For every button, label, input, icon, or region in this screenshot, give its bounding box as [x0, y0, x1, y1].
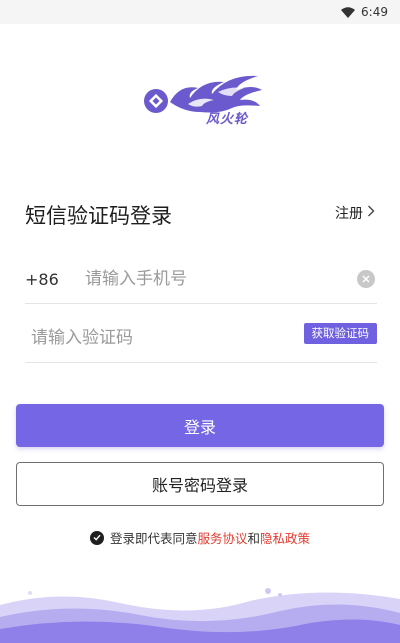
clear-icon[interactable] — [357, 270, 375, 288]
login-screen: 6:49 风火轮 短信验证码登录 注册 +86 获取验证码 登录 账号密码登录 — [0, 0, 400, 643]
agreement-conjunction: 和 — [247, 531, 261, 546]
get-code-button[interactable]: 获取验证码 — [303, 323, 377, 344]
status-time: 6:49 — [361, 5, 388, 19]
register-label: 注册 — [335, 206, 363, 222]
decorative-waves — [0, 588, 400, 643]
check-circle-icon[interactable] — [89, 530, 104, 545]
privacy-policy-link[interactable]: 隐私政策 — [260, 528, 310, 547]
country-code[interactable]: +86 — [25, 270, 59, 289]
status-bar: 6:49 — [0, 0, 400, 24]
phone-input[interactable] — [85, 264, 345, 294]
wifi-icon — [341, 6, 356, 18]
page-title: 短信验证码登录 — [25, 204, 172, 228]
code-field-row: 获取验证码 — [25, 315, 377, 363]
agreement-prefix: 登录即代表同意 — [109, 531, 198, 546]
register-link[interactable]: 注册 — [335, 203, 375, 223]
chevron-right-icon — [367, 205, 375, 221]
brand-logo-text: 风火轮 — [206, 112, 249, 127]
login-button[interactable]: 登录 — [16, 404, 384, 447]
password-login-button[interactable]: 账号密码登录 — [16, 462, 384, 506]
agreement-line: 登录即代表同意 服务协议 和 隐私政策 — [0, 528, 400, 547]
phone-field-row: +86 — [25, 256, 377, 304]
verification-code-input[interactable] — [31, 323, 271, 353]
service-agreement-link[interactable]: 服务协议 — [197, 528, 247, 547]
